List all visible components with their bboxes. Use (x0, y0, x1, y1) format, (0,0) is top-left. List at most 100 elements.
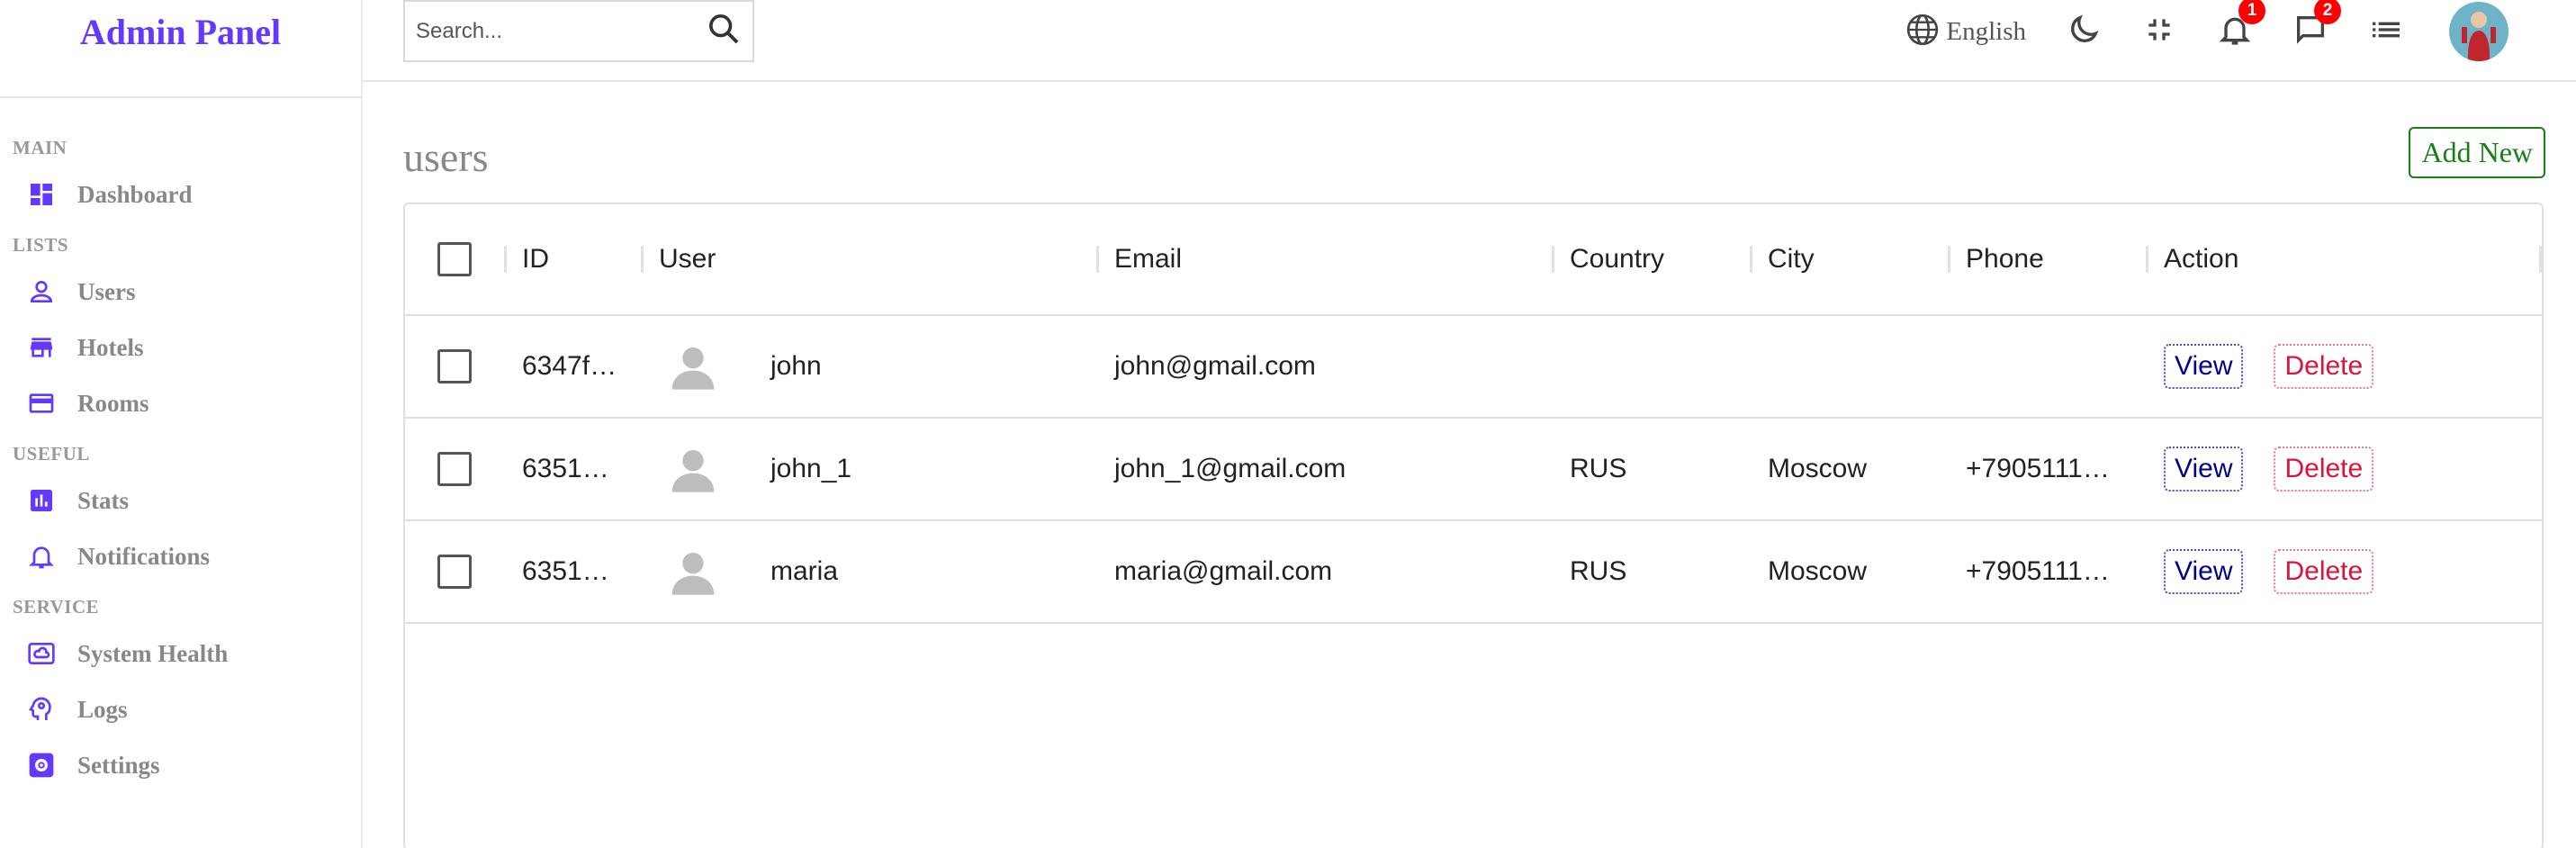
sidebar-item-label: Notifications (77, 542, 210, 570)
topbar: English 1 (363, 0, 2576, 82)
list-icon (2368, 12, 2404, 52)
sidebar-item-users[interactable]: Users (13, 264, 361, 320)
select-all-checkbox[interactable] (437, 242, 472, 276)
add-new-button[interactable]: Add New (2409, 126, 2545, 178)
user-avatar[interactable] (2449, 2, 2508, 61)
column-separator[interactable] (1552, 246, 1554, 273)
section-title-main: MAIN (13, 137, 68, 158)
cell-user[interactable]: john_1 (641, 419, 1096, 519)
column-header-action[interactable]: Action (2146, 204, 2542, 314)
cell-city[interactable]: Moscow (1750, 521, 1948, 622)
users-table: ID User Email Country City Phone Action … (403, 203, 2544, 848)
sidebar-menu: MAIN Dashboard LISTS Users Hotels Rooms … (0, 98, 361, 793)
app-logo[interactable]: Admin Panel (80, 7, 281, 58)
view-button[interactable]: View (2164, 344, 2244, 389)
cell-user-text: maria (770, 556, 839, 586)
cell-email[interactable]: john@gmail.com (1096, 316, 1552, 417)
column-separator[interactable] (504, 246, 507, 273)
notifications-button[interactable]: 1 (2217, 0, 2265, 52)
user-avatar-icon (668, 444, 718, 494)
cell-city-text: Moscow (1768, 556, 1868, 586)
fullscreen-exit-button[interactable] (2141, 12, 2177, 52)
column-header-id[interactable]: ID (504, 204, 641, 314)
column-separator[interactable] (1096, 246, 1099, 273)
column-header-country[interactable]: Country (1552, 204, 1750, 314)
cell-country[interactable]: RUS (1552, 419, 1750, 519)
sidebar-item-logs[interactable]: Logs (13, 681, 361, 737)
delete-button[interactable]: Delete (2274, 344, 2374, 389)
row-checkbox-cell (405, 316, 504, 417)
cell-user[interactable]: maria (641, 521, 1096, 622)
cell-phone[interactable] (1948, 316, 2146, 417)
sidebar-item-label: Dashboard (77, 180, 193, 208)
sidebar-item-system-health[interactable]: System Health (13, 626, 361, 681)
view-button[interactable]: View (2164, 447, 2244, 492)
dashboard-icon (25, 178, 58, 211)
cell-email[interactable]: maria@gmail.com (1096, 521, 1552, 622)
table-header: ID User Email Country City Phone Action (405, 204, 2542, 316)
cell-phone[interactable]: +7905111… (1948, 419, 2146, 519)
list-menu-button[interactable] (2368, 12, 2404, 52)
cell-id[interactable]: 6351… (504, 521, 641, 622)
row-checkbox[interactable] (437, 452, 472, 486)
row-checkbox[interactable] (437, 555, 472, 589)
sidebar-item-hotels[interactable]: Hotels (13, 320, 361, 375)
sidebar-item-label: Settings (77, 751, 160, 779)
row-checkbox-cell (405, 521, 504, 622)
column-separator[interactable] (2539, 246, 2542, 273)
section-title-lists: LISTS (13, 234, 69, 256)
column-header-label: Phone (1966, 244, 2044, 274)
title-row: users Add New (403, 118, 2545, 195)
table-row[interactable]: 6351… john_1 john_1@gmail.com RUS Moscow… (405, 419, 2542, 521)
cell-phone-text: +7905111… (1966, 454, 2110, 483)
cell-city[interactable]: Moscow (1750, 419, 1948, 519)
section-title-useful: USEFUL (13, 443, 90, 465)
column-header-email[interactable]: Email (1096, 204, 1552, 314)
sidebar-item-rooms[interactable]: Rooms (13, 375, 361, 431)
sidebar-item-label: System Health (77, 639, 229, 667)
cell-id[interactable]: 6351… (504, 419, 641, 519)
cell-country[interactable] (1552, 316, 1750, 417)
sidebar-item-stats[interactable]: Stats (13, 473, 361, 528)
cell-id[interactable]: 6347f… (504, 316, 641, 417)
language-selector[interactable]: English (1905, 12, 2026, 52)
settings-icon (25, 749, 58, 781)
delete-button[interactable]: Delete (2274, 549, 2374, 594)
column-header-label: Country (1570, 244, 1665, 274)
cell-action: View Delete (2146, 316, 2542, 417)
messages-button[interactable]: 2 (2292, 0, 2341, 52)
bell-icon (25, 540, 58, 573)
cell-user[interactable]: john (641, 316, 1096, 417)
cell-country-text: RUS (1570, 454, 1627, 483)
column-header-label: City (1768, 244, 1815, 274)
cell-city[interactable] (1750, 316, 1948, 417)
column-header-phone[interactable]: Phone (1948, 204, 2146, 314)
column-separator[interactable] (2146, 246, 2148, 273)
section-title-service: SERVICE (13, 596, 100, 618)
dark-mode-toggle[interactable] (2066, 12, 2102, 52)
sidebar-item-settings[interactable]: Settings (13, 737, 361, 793)
column-header-city[interactable]: City (1750, 204, 1948, 314)
column-separator[interactable] (1750, 246, 1752, 273)
search-icon[interactable] (706, 11, 742, 51)
cell-country[interactable]: RUS (1552, 521, 1750, 622)
column-separator[interactable] (1948, 246, 1950, 273)
sidebar-item-dashboard[interactable]: Dashboard (13, 167, 361, 222)
table-row[interactable]: 6351… maria maria@gmail.com RUS Moscow +… (405, 521, 2542, 624)
cell-email-text: maria@gmail.com (1114, 556, 1333, 586)
app-root: Admin Panel MAIN Dashboard LISTS Users H… (0, 0, 2576, 848)
table-row[interactable]: 6347f… john john@gmail.com View Delete (405, 316, 2542, 419)
search-input[interactable] (416, 18, 706, 44)
row-checkbox[interactable] (437, 349, 472, 383)
row-checkbox-cell (405, 419, 504, 519)
view-button[interactable]: View (2164, 549, 2244, 594)
delete-button[interactable]: Delete (2274, 447, 2374, 492)
column-separator[interactable] (641, 246, 644, 273)
cell-email[interactable]: john_1@gmail.com (1096, 419, 1552, 519)
credit-card-icon (25, 387, 58, 419)
column-header-label: Email (1114, 244, 1183, 274)
sidebar-item-notifications[interactable]: Notifications (13, 528, 361, 584)
column-header-user[interactable]: User (641, 204, 1096, 314)
cell-phone[interactable]: +7905111… (1948, 521, 2146, 622)
sidebar-item-label: Hotels (77, 333, 144, 361)
